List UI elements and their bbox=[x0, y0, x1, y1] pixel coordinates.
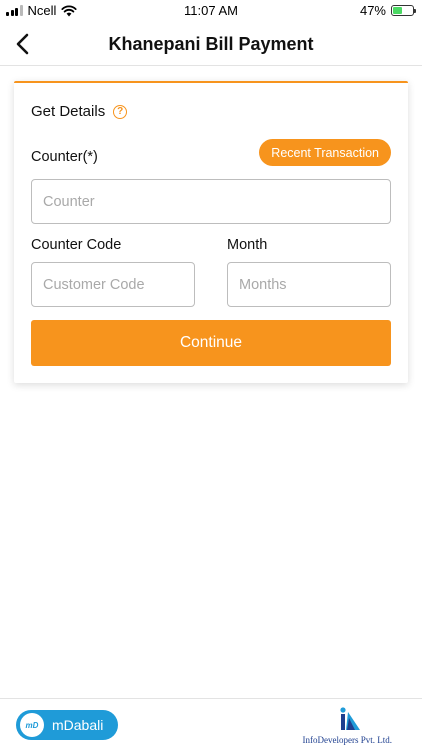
infodevelopers-logo-text: InfoDevelopers Pvt. Ltd. bbox=[302, 735, 392, 745]
status-time: 11:07 AM bbox=[184, 3, 238, 18]
month-label: Month bbox=[227, 237, 268, 253]
infodevelopers-logo-mark bbox=[340, 707, 360, 730]
battery-fill bbox=[393, 7, 402, 14]
status-right: 47% bbox=[359, 3, 416, 18]
card-header: Get Details ? bbox=[31, 103, 128, 120]
card-heading: Get Details bbox=[31, 103, 106, 120]
recent-transaction-button[interactable]: Recent Transaction bbox=[259, 139, 391, 166]
status-bar: Ncell 11:07 AM 47% bbox=[0, 0, 422, 22]
mdabali-logo: mD mDabali bbox=[16, 710, 118, 740]
get-details-card: Get Details ? Counter(*) Recent Transact… bbox=[14, 81, 408, 383]
footer: mD mDabali InfoDevelopers Pvt. Ltd. bbox=[0, 698, 422, 750]
months-input[interactable] bbox=[227, 262, 391, 307]
battery-icon bbox=[391, 5, 416, 16]
nav-bar: Khanepani Bill Payment bbox=[0, 22, 422, 66]
infodevelopers-logo: InfoDevelopers Pvt. Ltd. bbox=[286, 706, 392, 746]
battery-percent: 47% bbox=[359, 3, 386, 18]
mdabali-logo-mark: mD bbox=[20, 713, 44, 737]
counter-code-label: Counter Code bbox=[31, 237, 122, 253]
page-title: Khanepani Bill Payment bbox=[108, 34, 314, 54]
question-circle-icon[interactable]: ? bbox=[113, 104, 128, 119]
continue-button[interactable]: Continue bbox=[31, 320, 391, 366]
mdabali-logo-text: mDabali bbox=[52, 717, 104, 733]
customer-code-input[interactable] bbox=[31, 262, 195, 307]
counter-label: Counter(*) bbox=[31, 149, 98, 165]
counter-input[interactable] bbox=[31, 179, 391, 224]
